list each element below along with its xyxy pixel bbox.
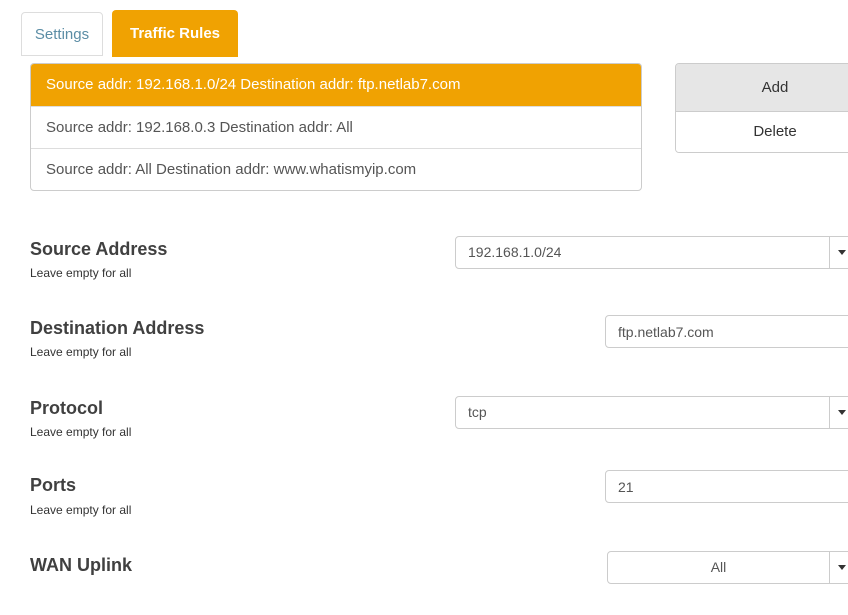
delete-rule-button[interactable]: Delete: [676, 112, 848, 152]
traffic-rule-row[interactable]: Source addr: All Destination addr: www.w…: [31, 148, 641, 190]
source-address-dropdown-toggle[interactable]: [829, 237, 848, 268]
tab-settings[interactable]: Settings: [21, 12, 103, 56]
wan-uplink-value[interactable]: All: [608, 552, 829, 583]
chevron-down-icon: [838, 410, 846, 415]
protocol-hint: Leave empty for all: [30, 425, 131, 439]
source-address-value[interactable]: 192.168.1.0/24: [456, 237, 829, 268]
source-address-label: Source Address: [30, 239, 167, 259]
chevron-down-icon: [838, 565, 846, 570]
traffic-rule-row[interactable]: Source addr: 192.168.1.0/24 Destination …: [31, 64, 641, 106]
rule-actions-group: Add Delete: [675, 63, 848, 153]
destination-address-hint: Leave empty for all: [30, 345, 131, 359]
tab-traffic-rules[interactable]: Traffic Rules: [112, 10, 238, 57]
ports-hint: Leave empty for all: [30, 503, 131, 517]
protocol-label: Protocol: [30, 398, 103, 418]
protocol-dropdown-toggle[interactable]: [829, 397, 848, 428]
add-rule-button[interactable]: Add: [676, 64, 848, 112]
source-address-combobox[interactable]: 192.168.1.0/24: [455, 236, 848, 269]
destination-address-label: Destination Address: [30, 318, 204, 338]
protocol-value[interactable]: tcp: [456, 397, 829, 428]
destination-address-input[interactable]: [605, 315, 848, 348]
chevron-down-icon: [838, 250, 846, 255]
wan-uplink-select[interactable]: All: [607, 551, 848, 584]
traffic-rules-list: Source addr: 192.168.1.0/24 Destination …: [30, 63, 642, 191]
traffic-rule-row[interactable]: Source addr: 192.168.0.3 Destination add…: [31, 106, 641, 148]
wan-uplink-label: WAN Uplink: [30, 555, 132, 575]
ports-input[interactable]: [605, 470, 848, 503]
wan-uplink-dropdown-toggle[interactable]: [829, 552, 848, 583]
ports-label: Ports: [30, 475, 76, 495]
source-address-hint: Leave empty for all: [30, 266, 131, 280]
protocol-combobox[interactable]: tcp: [455, 396, 848, 429]
